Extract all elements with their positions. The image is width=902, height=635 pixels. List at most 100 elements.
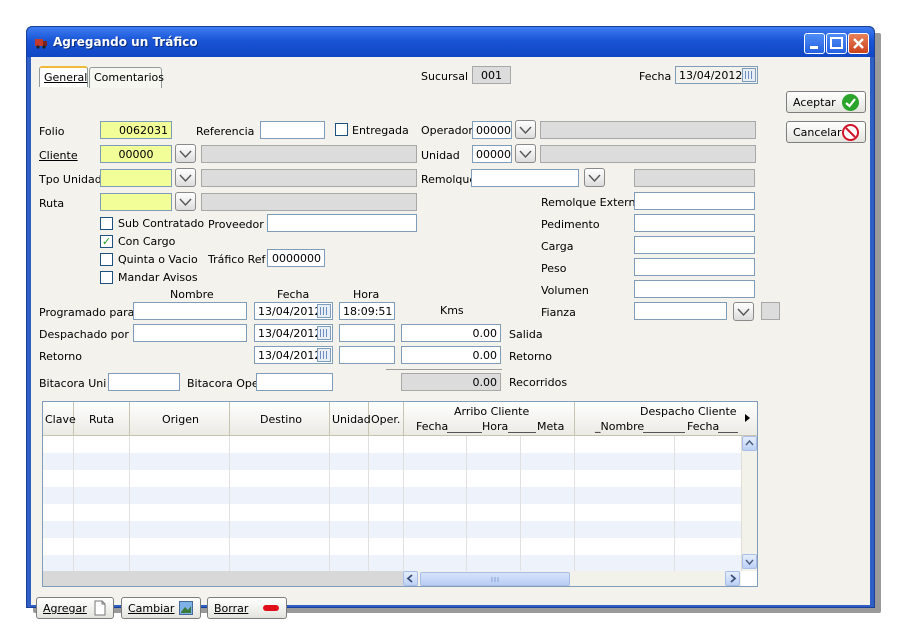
- ruta-name-field: [201, 193, 417, 211]
- peso-field[interactable]: [634, 258, 755, 276]
- recorridos-kms-field: 0.00: [401, 373, 501, 391]
- fecha-label: Fecha: [639, 70, 672, 83]
- grid-divider: [674, 436, 675, 571]
- operador-lookup-button[interactable]: [515, 120, 536, 139]
- fianza-lookup-button[interactable]: [733, 302, 754, 321]
- scroll-down-button[interactable]: [742, 554, 757, 569]
- tab-general[interactable]: General: [39, 66, 88, 87]
- table-row[interactable]: [43, 555, 741, 571]
- maximize-button[interactable]: [826, 33, 847, 54]
- grid-col-arribo-cliente[interactable]: Arribo Cliente Fecha Hora Meta: [404, 402, 575, 436]
- scroll-thumb[interactable]: [420, 572, 570, 586]
- grid-divider: [574, 436, 575, 571]
- retorno-kms-field[interactable]: 0.00: [401, 346, 501, 364]
- table-row[interactable]: [43, 521, 741, 538]
- folio-field[interactable]: 0062031: [100, 121, 172, 139]
- delete-icon: [263, 605, 279, 611]
- programado-calendar-icon[interactable]: [317, 304, 331, 318]
- retorno-hora-field[interactable]: [339, 346, 395, 364]
- scroll-left-button[interactable]: [403, 571, 418, 586]
- carga-field[interactable]: [634, 236, 755, 254]
- programado-label: Programado para: [39, 306, 135, 319]
- entregada-checkbox[interactable]: [335, 123, 348, 136]
- app-truck-icon: [35, 39, 47, 49]
- check-icon: [842, 94, 859, 111]
- chevron-left-icon: [406, 574, 413, 583]
- pedimento-field[interactable]: [634, 214, 755, 232]
- cambiar-label: Cambiar: [128, 602, 175, 615]
- scroll-up-button[interactable]: [742, 436, 757, 451]
- remolque-externo-field[interactable]: [634, 192, 755, 210]
- recorridos-label: Recorridos: [509, 376, 568, 389]
- despachado-label: Despachado por: [39, 328, 129, 341]
- retorno-calendar-icon[interactable]: [317, 348, 331, 362]
- tab-general-label: General: [44, 71, 88, 84]
- tpo-unidad-field[interactable]: [100, 169, 172, 187]
- volumen-label: Volumen: [541, 284, 589, 297]
- close-button[interactable]: [848, 33, 869, 54]
- quinta-vacio-checkbox[interactable]: [100, 253, 113, 266]
- grid-col-origen[interactable]: Origen: [130, 402, 230, 436]
- pedimento-label: Pedimento: [541, 218, 600, 231]
- traffic-grid[interactable]: Clave Ruta Origen Destino Unidad Oper. A…: [42, 401, 758, 587]
- unidad-field[interactable]: 00000: [472, 145, 512, 163]
- ruta-lookup-button[interactable]: [175, 192, 196, 211]
- cliente-field[interactable]: 00000: [100, 145, 172, 163]
- fianza-field[interactable]: [634, 302, 727, 320]
- tpo-unidad-name-field: [201, 169, 417, 187]
- title-bar[interactable]: Agregando un Tráfico: [27, 27, 874, 57]
- grid-vertical-scrollbar[interactable]: [741, 436, 757, 571]
- despachado-nombre-field[interactable]: [133, 324, 247, 342]
- cancelar-button[interactable]: Cancelar: [786, 121, 866, 143]
- fianza-extra-field: [761, 302, 780, 320]
- tab-comentarios[interactable]: Comentarios: [89, 67, 164, 88]
- remolque-lookup-button[interactable]: [584, 168, 605, 187]
- table-row[interactable]: [43, 453, 741, 470]
- salida-kms-field[interactable]: 0.00: [401, 324, 501, 342]
- volumen-field[interactable]: [634, 280, 755, 298]
- grid-col-oper[interactable]: Oper.: [369, 402, 404, 436]
- con-cargo-checkbox[interactable]: [100, 235, 113, 248]
- despachado-calendar-icon[interactable]: [317, 326, 331, 340]
- proveedor-label: Proveedor: [208, 218, 264, 231]
- chevron-right-icon[interactable]: [745, 414, 751, 422]
- grid-horizontal-scrollbar[interactable]: [403, 571, 741, 586]
- aceptar-label: Aceptar: [793, 96, 836, 109]
- minimize-button[interactable]: [804, 33, 825, 54]
- quinta-vacio-label: Quinta o Vacio: [118, 253, 198, 266]
- unidad-lookup-button[interactable]: [515, 144, 536, 163]
- mandar-avisos-checkbox[interactable]: [100, 271, 113, 284]
- aceptar-button[interactable]: Aceptar: [786, 91, 866, 113]
- ruta-field[interactable]: [100, 193, 172, 211]
- trafico-ref-field[interactable]: 0000000: [267, 249, 325, 267]
- borrar-button[interactable]: Borrar: [207, 597, 287, 619]
- grid-col-clave[interactable]: Clave: [43, 402, 76, 436]
- table-row[interactable]: [43, 487, 741, 504]
- cliente-lookup-button[interactable]: [175, 144, 196, 163]
- grid-col-unidad[interactable]: Unidad: [330, 402, 371, 436]
- fecha-calendar-icon[interactable]: [742, 68, 756, 82]
- grid-col-ruta[interactable]: Ruta: [74, 402, 130, 436]
- bitacora-ope-field[interactable]: [256, 373, 333, 391]
- despachado-hora-field[interactable]: [339, 324, 395, 342]
- operador-field[interactable]: 00000: [472, 121, 512, 139]
- referencia-field[interactable]: [260, 121, 325, 139]
- sub-contratado-checkbox[interactable]: [100, 217, 113, 230]
- programado-nombre-field[interactable]: [133, 302, 247, 320]
- folio-label: Folio: [39, 125, 65, 138]
- programado-hora-field[interactable]: 18:09:51: [339, 302, 395, 320]
- grid-divider: [329, 436, 330, 571]
- maximize-icon: [830, 37, 843, 49]
- operador-name-field: [540, 121, 756, 139]
- remolque-field[interactable]: [471, 169, 579, 187]
- grid-col-destino[interactable]: Destino: [230, 402, 330, 436]
- cancelar-label: Cancelar: [793, 126, 842, 139]
- scroll-right-button[interactable]: [725, 571, 740, 586]
- cambiar-button[interactable]: Cambiar: [121, 597, 201, 619]
- agregar-button[interactable]: Agregar: [36, 597, 114, 619]
- grid-header: Clave Ruta Origen Destino Unidad Oper. A…: [43, 402, 757, 436]
- tpo-unidad-lookup-button[interactable]: [175, 168, 196, 187]
- grid-col-despacho-cliente[interactable]: Despacho Cliente _Nombre Fecha: [575, 402, 741, 436]
- bitacora-uni-field[interactable]: [108, 373, 180, 391]
- proveedor-field[interactable]: [267, 214, 417, 232]
